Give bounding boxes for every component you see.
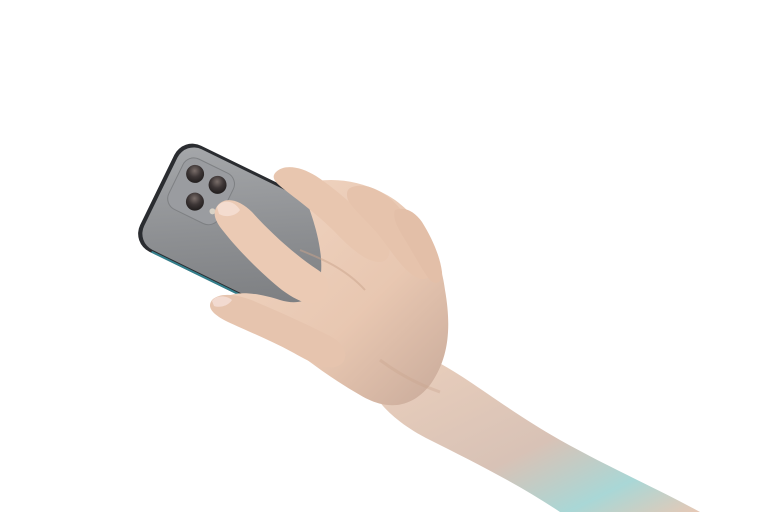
hand-phone-illustration xyxy=(138,143,700,512)
photo-scene xyxy=(0,0,768,512)
